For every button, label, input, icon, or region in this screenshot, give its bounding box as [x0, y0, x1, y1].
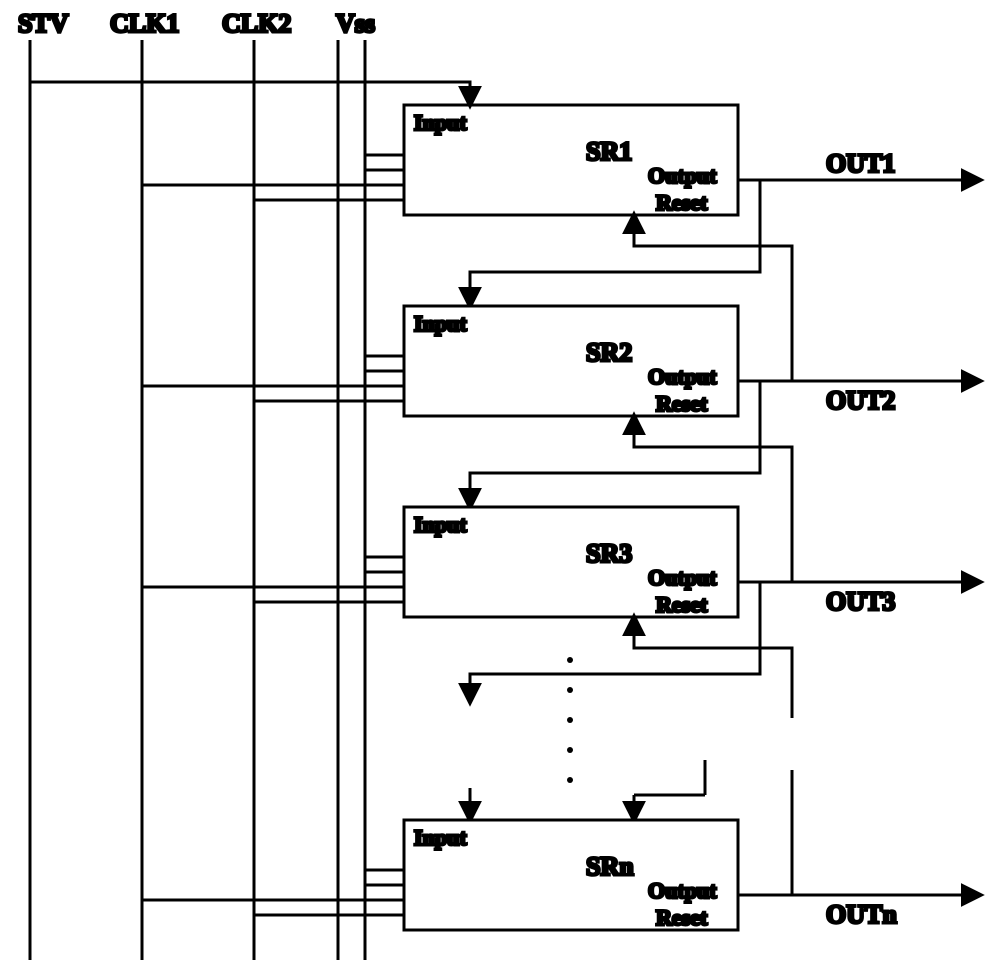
sr1-name: SR1 — [586, 137, 632, 166]
srn-port-input: Input — [414, 825, 467, 850]
sr3-port-reset: Reset — [656, 592, 708, 617]
outn-label: OUTn — [826, 900, 897, 929]
stv-to-sr1 — [30, 82, 470, 105]
sr1-port-input: Input — [414, 110, 467, 135]
label-clk1: CLK1 — [110, 9, 179, 38]
out2-label: OUT2 — [826, 386, 895, 415]
sr1-port-output: Output — [648, 163, 717, 188]
sr2-name: SR2 — [586, 338, 632, 367]
sr3-name: SR3 — [586, 539, 632, 568]
srn-port-output: Output — [648, 878, 717, 903]
sr3-port-input: Input — [414, 512, 467, 537]
sr3-port-output: Output — [648, 565, 717, 590]
sr3-group: Input SR3 Output Reset OUT3 — [142, 507, 980, 718]
label-clk2: CLK2 — [222, 9, 291, 38]
sr2-port-reset: Reset — [656, 391, 708, 416]
sr1-port-reset: Reset — [656, 190, 708, 215]
sr2-port-input: Input — [414, 311, 467, 336]
srn-name: SRn — [586, 852, 634, 881]
sr2-port-output: Output — [648, 364, 717, 389]
ellipsis-dots — [567, 657, 573, 783]
shift-register-diagram: STV CLK1 CLK2 Vss Input SR1 Output Reset… — [0, 0, 1000, 974]
srn-next-to-reset — [634, 760, 705, 820]
srn-group: Input SRn Output Reset OUTn — [142, 820, 980, 930]
out3-label: OUT3 — [826, 587, 895, 616]
srn-port-reset: Reset — [656, 905, 708, 930]
label-vss: Vss — [336, 9, 375, 38]
out1-label: OUT1 — [826, 149, 895, 178]
label-stv: STV — [18, 9, 69, 38]
